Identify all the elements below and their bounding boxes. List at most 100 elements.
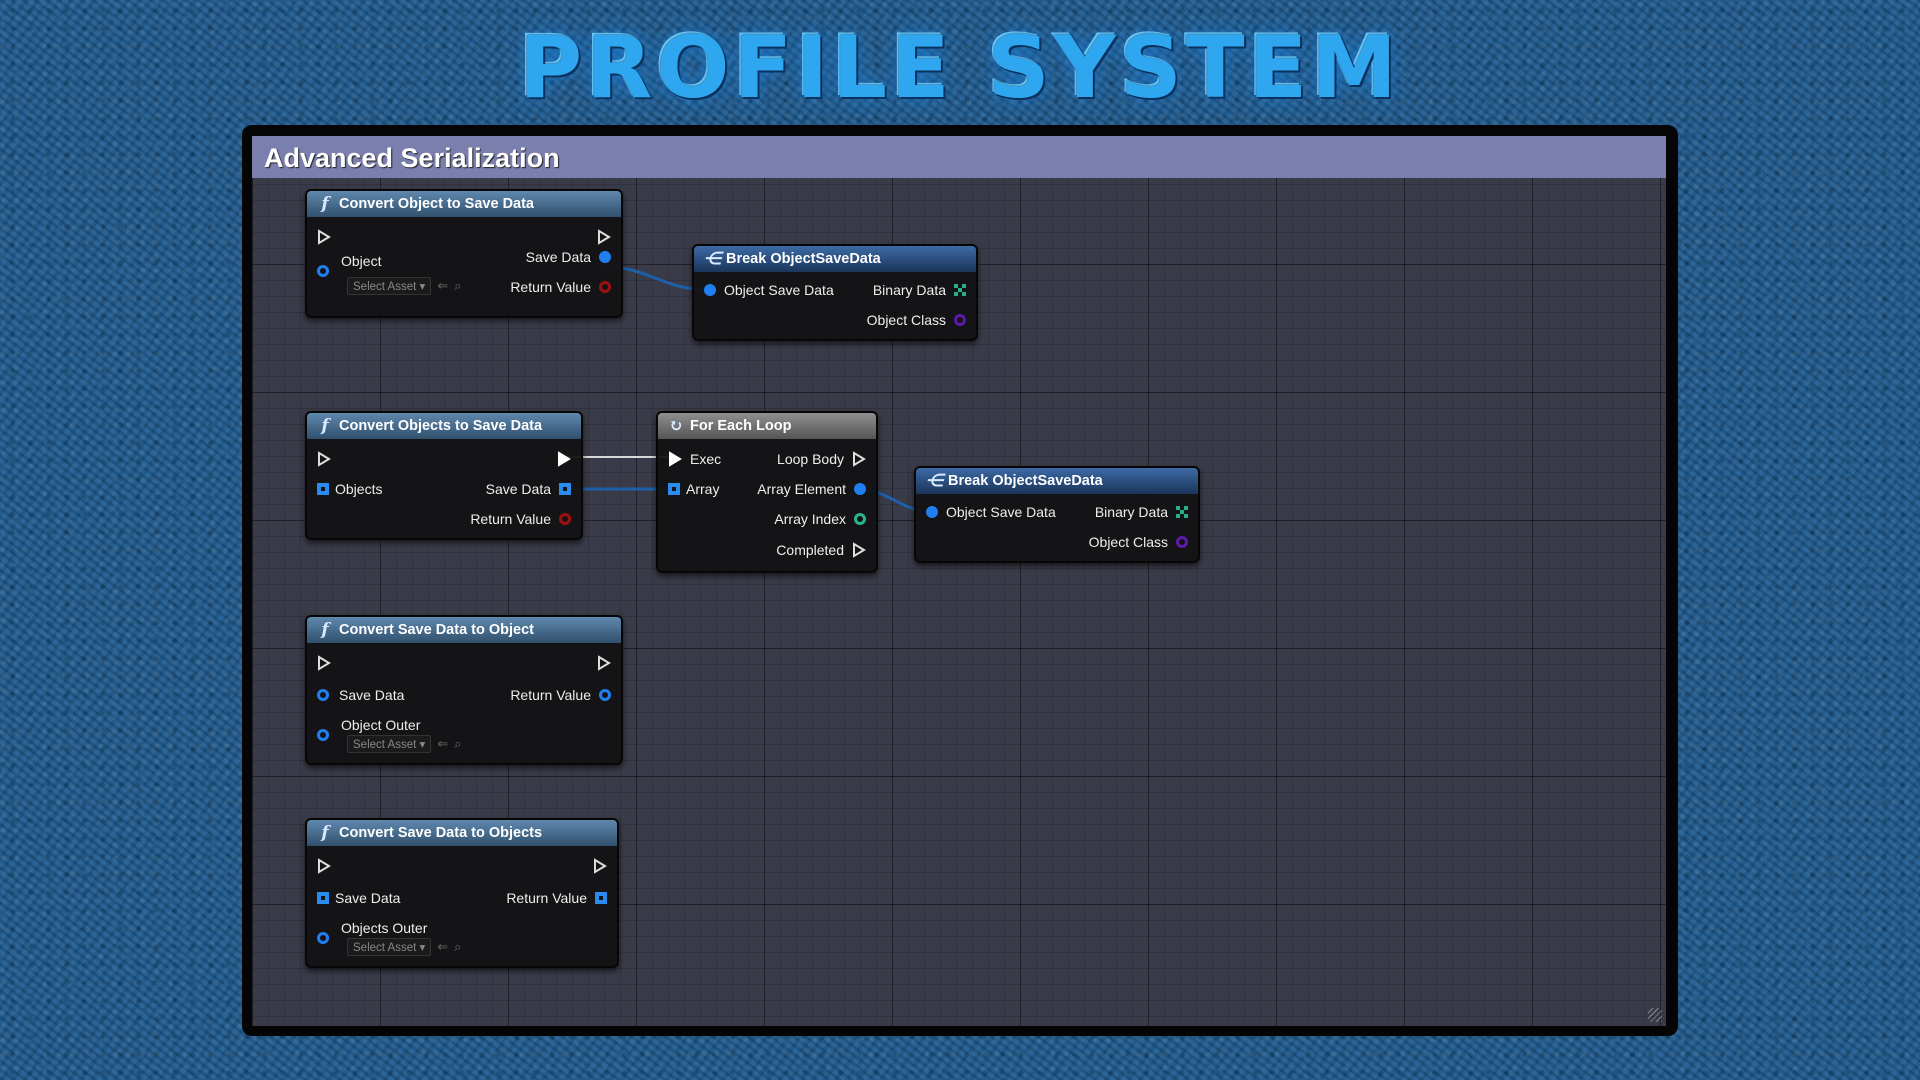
object-class-output[interactable]: Object Class: [867, 310, 966, 330]
browse-search-icon[interactable]: ⌕: [454, 939, 461, 955]
array-input[interactable]: Array: [668, 479, 719, 499]
binary-data-output[interactable]: Binary Data: [873, 280, 966, 300]
exec-out-icon-connected: [558, 451, 571, 467]
save-data-output[interactable]: Save Data: [486, 479, 571, 499]
objects-outer-label-text: Objects Outer: [341, 920, 428, 936]
exec-in-pin[interactable]: [317, 856, 331, 876]
object-class-label: Object Class: [1088, 534, 1168, 550]
exec-in-icon: [318, 655, 331, 671]
exec-in-icon: [318, 451, 331, 467]
browse-search-icon[interactable]: ⌕: [454, 736, 461, 752]
array-element-output[interactable]: Array Element: [757, 479, 866, 499]
completed-label: Completed: [776, 542, 844, 558]
save-data-output[interactable]: Save Data: [526, 247, 611, 267]
return-value-output[interactable]: Return Value: [506, 888, 607, 908]
object-class-output[interactable]: Object Class: [1089, 532, 1188, 552]
browse-search-icon[interactable]: ⌕: [454, 278, 461, 294]
save-data-label: Save Data: [485, 481, 551, 497]
node-break-object-save-data-1[interactable]: ⋲ Break ObjectSaveData Object Save Data B…: [692, 244, 978, 341]
node-convert-objects-to-save-data[interactable]: f Convert Objects to Save Data Objects Sa…: [305, 411, 583, 540]
class-pin-icon: [1176, 536, 1188, 548]
object-save-data-input[interactable]: Object Save Data: [704, 280, 834, 300]
binary-data-output[interactable]: Binary Data: [1095, 502, 1188, 522]
select-asset-dropdown[interactable]: Select Asset ▾: [347, 938, 432, 956]
node-header[interactable]: ↻ For Each Loop: [658, 413, 876, 439]
completed-output[interactable]: Completed: [776, 540, 866, 560]
node-title: Convert Save Data to Objects: [339, 825, 543, 841]
break-struct-icon: ⋲: [926, 471, 943, 491]
node-header[interactable]: ⋲ Break ObjectSaveData: [916, 468, 1198, 494]
node-convert-save-data-to-objects[interactable]: f Convert Save Data to Objects Save Data …: [305, 818, 619, 968]
struct-pin-icon: [926, 506, 938, 518]
node-header[interactable]: f Convert Objects to Save Data: [307, 413, 581, 439]
node-break-object-save-data-2[interactable]: ⋲ Break ObjectSaveData Object Save Data B…: [914, 466, 1200, 563]
exec-out-pin[interactable]: [597, 227, 611, 247]
node-convert-object-to-save-data[interactable]: f Convert Object to Save Data Object Sele…: [305, 189, 623, 318]
object-input-pin[interactable]: [317, 261, 329, 281]
break-struct-icon: ⋲: [704, 249, 721, 269]
function-icon: f: [321, 620, 329, 640]
return-value-output[interactable]: Return Value: [470, 509, 571, 529]
exec-in-icon-connected: [669, 451, 682, 467]
return-value-output[interactable]: Return Value: [510, 277, 611, 297]
function-icon: f: [321, 416, 329, 436]
object-pin-icon: [317, 729, 329, 741]
return-value-output[interactable]: Return Value: [510, 685, 611, 705]
node-title: For Each Loop: [690, 418, 792, 434]
objects-label: Objects: [335, 481, 383, 497]
objects-outer-label: Objects Outer: [341, 918, 427, 938]
node-header[interactable]: f Convert Save Data to Object: [307, 617, 621, 643]
objects-outer-asset-picker[interactable]: Select Asset ▾ ⇐ ⌕: [347, 938, 461, 956]
object-outer-label: Object Outer: [341, 715, 420, 735]
loop-body-output[interactable]: Loop Body: [777, 449, 866, 469]
node-header[interactable]: f Convert Save Data to Objects: [307, 820, 617, 846]
objects-input[interactable]: Objects: [317, 479, 382, 499]
object-save-data-label: Object Save Data: [724, 282, 834, 298]
select-asset-dropdown[interactable]: Select Asset ▾: [347, 277, 432, 295]
node-header[interactable]: ⋲ Break ObjectSaveData: [694, 246, 976, 272]
array-index-label: Array Index: [774, 511, 846, 527]
array-index-output[interactable]: Array Index: [774, 509, 866, 529]
exec-in-pin[interactable]: [317, 653, 331, 673]
save-data-label: Save Data: [339, 687, 405, 703]
exec-out-pin[interactable]: [557, 449, 571, 469]
object-pin-icon: [317, 265, 329, 277]
node-header[interactable]: f Convert Object to Save Data: [307, 191, 621, 217]
object-save-data-input[interactable]: Object Save Data: [926, 502, 1056, 522]
exec-in-icon: [318, 858, 331, 874]
exec-in-icon: [318, 229, 331, 245]
use-asset-arrow-icon[interactable]: ⇐: [437, 939, 448, 955]
struct-pin-icon: [854, 483, 866, 495]
array-pin-icon: [317, 483, 329, 495]
binary-data-label: Binary Data: [872, 282, 946, 298]
object-outer-input[interactable]: [317, 725, 329, 745]
node-convert-save-data-to-object[interactable]: f Convert Save Data to Object Save Data R…: [305, 615, 623, 765]
objects-outer-input[interactable]: [317, 928, 329, 948]
bool-pin-icon: [559, 513, 571, 525]
exec-out-icon: [594, 858, 607, 874]
use-asset-arrow-icon[interactable]: ⇐: [437, 736, 448, 752]
exec-in-pin[interactable]: [317, 227, 331, 247]
exec-out-icon: [853, 451, 866, 467]
function-icon: f: [321, 823, 329, 843]
return-value-label: Return Value: [506, 890, 587, 906]
array-label: Array: [686, 481, 720, 497]
node-title: Convert Object to Save Data: [339, 196, 534, 212]
save-data-input[interactable]: Save Data: [317, 888, 400, 908]
return-value-label: Return Value: [510, 279, 591, 295]
save-data-label: Save Data: [335, 890, 401, 906]
save-data-input[interactable]: Save Data: [317, 685, 404, 705]
exec-out-pin[interactable]: [593, 856, 607, 876]
object-outer-asset-picker[interactable]: Select Asset ▾ ⇐ ⌕: [347, 735, 461, 753]
node-for-each-loop[interactable]: ↻ For Each Loop Exec Loop Body Array Arra…: [656, 411, 878, 573]
select-asset-dropdown[interactable]: Select Asset ▾: [347, 735, 432, 753]
loop-icon: ↻: [668, 416, 684, 436]
exec-in-pin[interactable]: [317, 449, 331, 469]
byte-array-pin-icon: [954, 284, 966, 296]
return-value-label: Return Value: [510, 687, 591, 703]
exec-input[interactable]: Exec: [668, 449, 721, 469]
use-asset-arrow-icon[interactable]: ⇐: [437, 278, 448, 294]
exec-out-pin[interactable]: [597, 653, 611, 673]
exec-out-icon: [598, 229, 611, 245]
object-asset-picker[interactable]: Select Asset ▾ ⇐ ⌕: [347, 277, 461, 295]
